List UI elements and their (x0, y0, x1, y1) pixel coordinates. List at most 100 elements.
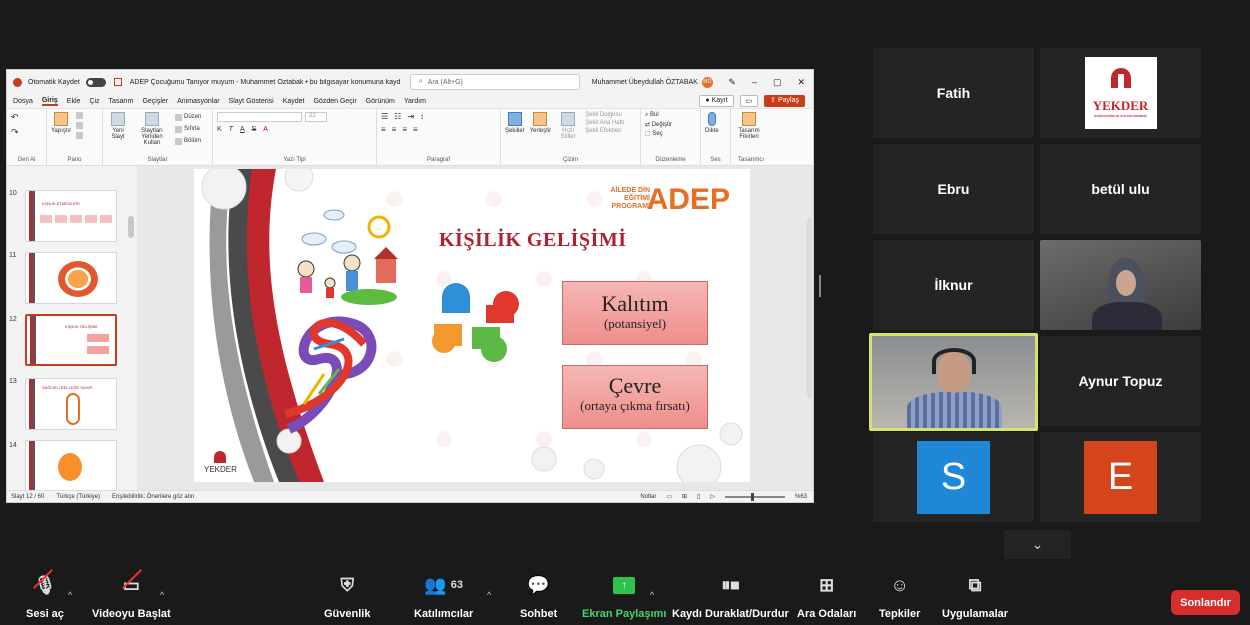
normal-view-icon[interactable]: ▭ (666, 493, 672, 500)
security-button[interactable]: ⛨ Güvenlik (324, 570, 370, 621)
tab-slayt-gosterisi[interactable]: Slayt Gösterisi (229, 98, 274, 105)
select-button[interactable]: ⬚ Seç (645, 130, 696, 137)
tab-giris[interactable]: Giriş (41, 97, 58, 106)
reactions-button[interactable]: ☺ Tepkiler (879, 570, 920, 621)
participant-tile-e[interactable]: E (1040, 432, 1201, 522)
shape-outline-button[interactable]: Şekil Ana Hattı (585, 120, 624, 126)
participant-tile-ilknur[interactable]: İlknur (873, 240, 1034, 330)
underline-icon[interactable]: A (240, 126, 245, 133)
participant-tile-ebru[interactable]: Ebru (873, 144, 1034, 234)
reset-button[interactable]: Sıfırla (175, 124, 201, 134)
tab-kaydet[interactable]: Kaydet (283, 98, 305, 105)
paste-button[interactable]: Yapıştır (51, 112, 71, 162)
reading-view-icon[interactable]: ▯ (697, 493, 700, 500)
zoom-slider[interactable] (724, 492, 785, 501)
record-pause-stop-button[interactable]: ⏸⏹ Kaydı Duraklat/Durdur (672, 570, 789, 621)
comments-icon[interactable]: ▭ (739, 95, 759, 107)
align-right-icon[interactable]: ≡ (402, 125, 407, 134)
reuse-slides-button[interactable]: Slaytları Yeniden Kullan (134, 112, 170, 162)
current-slide[interactable]: AİLEDE DİN EĞİTİMİ PROGRAMI ADEP KİŞİLİK… (194, 169, 750, 482)
shapes-button[interactable]: Şekiller (505, 112, 525, 162)
accessibility-indicator[interactable]: Erişilebilirlik: Önerilere göz atın (112, 494, 194, 500)
user-avatar[interactable]: MÖ (701, 76, 713, 88)
new-slide-button[interactable]: Yeni Slayt (107, 112, 129, 162)
breakout-rooms-button[interactable]: ⊞ Ara Odaları (797, 570, 856, 621)
participants-button[interactable]: 👥 63 Katılımcılar (414, 570, 473, 621)
slide-scrollbar[interactable] (806, 218, 812, 398)
indent-icon[interactable]: ⇥ (407, 112, 414, 121)
dictate-button[interactable]: Dikte (705, 112, 719, 162)
maximize-icon[interactable]: ▢ (773, 77, 782, 88)
bullets-icon[interactable]: ☰ (381, 112, 388, 121)
audio-options-caret[interactable]: ^ (68, 590, 72, 600)
numbering-icon[interactable]: ☷ (394, 112, 401, 121)
format-painter-icon[interactable] (76, 132, 84, 139)
cut-icon[interactable] (76, 112, 84, 119)
participant-video-active-speaker[interactable] (869, 333, 1038, 431)
language-indicator[interactable]: Türkçe (Türkiye) (56, 494, 100, 500)
slide-thumbnail-13[interactable]: SAĞLIKLI BELLEĞE SAHİP... (25, 378, 117, 430)
tab-gecisler[interactable]: Geçişler (142, 98, 168, 105)
zoom-level[interactable]: %63 (795, 494, 807, 500)
end-meeting-button[interactable]: Sonlandır (1171, 590, 1240, 615)
line-spacing-icon[interactable]: ↕ (420, 112, 424, 121)
tab-ciz[interactable]: Çiz (89, 98, 99, 105)
panel-resize-handle[interactable] (819, 275, 821, 297)
autosave-toggle[interactable] (85, 77, 106, 87)
participants-options-caret[interactable]: ^ (487, 590, 491, 600)
font-family-box[interactable] (217, 112, 302, 122)
gallery-next-page-button[interactable]: ⌄ (1004, 530, 1071, 559)
participant-tile-yekder[interactable]: YEKDER KADIN EĞİTİM VE KÜLTÜR DERNEĞİ (1040, 48, 1201, 138)
participant-tile-betul-ulu[interactable]: betül ulu (1040, 144, 1201, 234)
minimize-icon[interactable]: – (752, 77, 757, 88)
font-color-icon[interactable]: A (263, 126, 268, 133)
slide-thumbnail-10[interactable]: KİŞİLİK ETMENLERİ (25, 190, 117, 242)
pen-icon[interactable]: ✎ (728, 77, 736, 88)
save-icon[interactable] (113, 78, 122, 86)
chat-button[interactable]: 💬 Sohbet (520, 570, 557, 621)
slide-sorter-icon[interactable]: ⊞ (682, 493, 687, 500)
tab-yardim[interactable]: Yardım (404, 98, 426, 105)
justify-icon[interactable]: ≡ (413, 125, 418, 134)
replace-button[interactable]: ⇄ Değiştir (645, 121, 696, 128)
tab-tasarim[interactable]: Tasarım (109, 98, 134, 105)
participant-tile-fatih[interactable]: Fatih (873, 48, 1034, 138)
start-video-button[interactable]: ▭ Videoyu Başlat (92, 570, 171, 621)
tab-gozden-gecir[interactable]: Gözden Geçir (313, 98, 356, 105)
participant-video-female[interactable] (1040, 240, 1201, 330)
design-ideas-button[interactable]: Tasarım Fikirleri (735, 112, 763, 162)
shape-effects-button[interactable]: Şekil Efektleri (585, 128, 624, 134)
record-button[interactable]: ● Kayıt (699, 95, 734, 107)
font-size-box[interactable]: 22 (305, 112, 327, 122)
tab-gorunum[interactable]: Görünüm (366, 98, 395, 105)
participant-tile-aynur-topuz[interactable]: Aynur Topuz (1040, 336, 1201, 426)
slide-thumbnail-12-selected[interactable]: KİŞİLİK GELİŞİMİ (25, 314, 117, 366)
align-center-icon[interactable]: ≡ (392, 125, 397, 134)
align-left-icon[interactable]: ≡ (381, 125, 386, 134)
undo-icon[interactable]: ↶ (11, 112, 19, 123)
slideshow-icon[interactable]: ▷ (710, 493, 715, 500)
shape-fill-button[interactable]: Şekil Dolgusu (585, 112, 624, 118)
layout-button[interactable]: Düzen (175, 112, 201, 122)
notes-button[interactable]: Notlar (640, 494, 656, 500)
italic-icon[interactable]: T (229, 126, 233, 133)
arrange-button[interactable]: Yerleştir (530, 112, 551, 162)
close-icon[interactable]: ✕ (797, 77, 805, 88)
slide-thumbnail-14[interactable] (25, 440, 117, 492)
slide-thumbnail-11[interactable] (25, 252, 117, 304)
share-button[interactable]: ⇪ Paylaş (764, 95, 805, 107)
tab-animasyonlar[interactable]: Animasyonlar (177, 98, 219, 105)
section-button[interactable]: Bölüm (175, 136, 201, 146)
thumbnails-scrollbar[interactable] (128, 216, 134, 238)
quick-styles-button[interactable]: Hızlı Stiller (556, 112, 580, 162)
strike-icon[interactable]: S (252, 126, 257, 133)
share-options-caret[interactable]: ^ (650, 590, 654, 600)
participant-tile-s[interactable]: S (873, 432, 1034, 522)
video-options-caret[interactable]: ^ (160, 590, 164, 600)
bold-icon[interactable]: K (217, 126, 222, 133)
copy-icon[interactable] (76, 122, 84, 129)
find-button[interactable]: ⌕ Bul (645, 112, 696, 119)
tab-ekle[interactable]: Ekle (67, 98, 81, 105)
unmute-button[interactable]: 🎙 Sesi aç (26, 570, 64, 621)
search-box[interactable]: ⌕ Ara (Alt+G) (409, 74, 580, 90)
